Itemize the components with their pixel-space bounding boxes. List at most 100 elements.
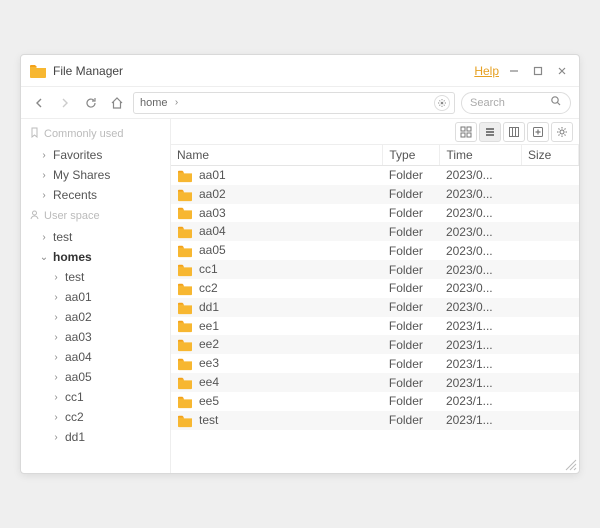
close-button[interactable] [553,62,571,80]
cell-type: Folder [383,354,440,373]
sidebar-item[interactable]: › test [21,227,170,247]
cell-time: 2023/0... [440,260,522,279]
table-row[interactable]: ee2Folder2023/1... [171,335,579,354]
table-row[interactable]: aa01Folder2023/0... [171,166,579,185]
chevron-right-icon: › [51,332,61,343]
resize-handle-icon[interactable] [563,457,577,471]
chevron-right-icon: › [51,272,61,283]
chevron-right-icon: › [51,372,61,383]
sidebar-item-label: Recents [53,188,97,202]
cell-type: Folder [383,222,440,241]
settings-button[interactable] [551,122,573,142]
nav-back-button[interactable] [29,93,49,113]
search-input[interactable]: Search [461,92,571,114]
table-row[interactable]: ee4Folder2023/1... [171,373,579,392]
cell-size [521,185,578,204]
sidebar-section-label: User space [44,210,100,222]
cell-type: Folder [383,185,440,204]
chevron-icon: › [39,232,49,243]
table-header-row: Name Type Time Size [171,145,579,166]
cell-size [521,260,578,279]
minimize-button[interactable] [505,62,523,80]
cell-time: 2023/1... [440,392,522,411]
cell-time: 2023/1... [440,373,522,392]
cell-size [521,222,578,241]
cell-size [521,335,578,354]
sidebar[interactable]: Commonly used ›Favorites›My Shares›Recen… [21,119,171,473]
column-header-name[interactable]: Name [171,145,383,166]
cell-type: Folder [383,298,440,317]
sidebar-item[interactable]: › aa04 [21,347,170,367]
table-row[interactable]: aa02Folder2023/0... [171,185,579,204]
column-header-type[interactable]: Type [383,145,440,166]
sidebar-item[interactable]: ›Favorites [21,145,170,165]
sidebar-item[interactable]: ›My Shares [21,165,170,185]
table-row[interactable]: dd1Folder2023/0... [171,298,579,317]
chevron-right-icon: › [172,97,182,108]
sidebar-item[interactable]: ›aa03 [21,327,170,347]
help-link[interactable]: Help [474,64,499,78]
sidebar-item[interactable]: ›cc2 [21,407,170,427]
cell-name: aa01 [171,166,383,185]
nav-forward-button[interactable] [55,93,75,113]
table-row[interactable]: ee1Folder2023/1... [171,317,579,336]
table-row[interactable]: cc1Folder2023/0... [171,260,579,279]
view-columns-button[interactable] [503,122,525,142]
sidebar-item-label: test [53,230,72,244]
cell-name: aa05 [171,241,383,260]
cell-type: Folder [383,260,440,279]
file-name: ee1 [199,319,219,333]
sidebar-item-label: aa04 [65,350,92,364]
file-table-wrapper[interactable]: Name Type Time Size aa01Folder2023/0...a… [171,145,579,473]
file-name: test [199,413,218,427]
table-row[interactable]: aa05Folder2023/0... [171,241,579,260]
column-header-time[interactable]: Time [440,145,522,166]
sidebar-item[interactable]: ›dd1 [21,427,170,447]
table-row[interactable]: ee3Folder2023/1... [171,354,579,373]
file-name: aa02 [199,187,226,201]
breadcrumb-segment[interactable]: home [140,97,168,109]
sidebar-item[interactable]: ›Recents [21,185,170,205]
table-row[interactable]: aa04Folder2023/0... [171,222,579,241]
view-list-button[interactable] [479,122,501,142]
table-row[interactable]: testFolder2023/1... [171,411,579,430]
cell-time: 2023/1... [440,335,522,354]
folder-icon [177,225,193,239]
table-row[interactable]: cc2Folder2023/0... [171,279,579,298]
nav-refresh-button[interactable] [81,93,101,113]
folder-icon [177,282,193,296]
file-name: ee5 [199,394,219,408]
table-row[interactable]: ee5Folder2023/1... [171,392,579,411]
sidebar-item[interactable]: ›test [21,267,170,287]
column-header-size[interactable]: Size [521,145,578,166]
view-grid-button[interactable] [455,122,477,142]
table-row[interactable]: aa03Folder2023/0... [171,204,579,223]
folder-icon [177,301,193,315]
sidebar-item[interactable]: ›aa05 [21,367,170,387]
cell-size [521,354,578,373]
maximize-button[interactable] [529,62,547,80]
file-name: aa05 [199,243,226,257]
new-item-button[interactable] [527,122,549,142]
folder-icon [177,395,193,409]
cell-name: cc1 [171,260,383,279]
cell-size [521,241,578,260]
user-icon [29,209,40,223]
nav-home-button[interactable] [107,93,127,113]
cell-time: 2023/0... [440,298,522,317]
file-table: Name Type Time Size aa01Folder2023/0...a… [171,145,579,430]
chevron-right-icon: › [51,352,61,363]
toolbar: home › Search [21,87,579,119]
sidebar-item[interactable]: ›aa02 [21,307,170,327]
cell-type: Folder [383,279,440,298]
cell-name: aa04 [171,222,383,241]
sidebar-item[interactable]: ›cc1 [21,387,170,407]
breadcrumb-path[interactable]: home › [133,92,455,114]
chevron-right-icon: › [51,292,61,303]
chevron-right-icon: › [51,412,61,423]
sidebar-item[interactable]: ›aa01 [21,287,170,307]
cell-size [521,392,578,411]
path-favorite-button[interactable] [434,95,450,111]
sidebar-item[interactable]: ⌄homes [21,247,170,267]
folder-icon [177,376,193,390]
